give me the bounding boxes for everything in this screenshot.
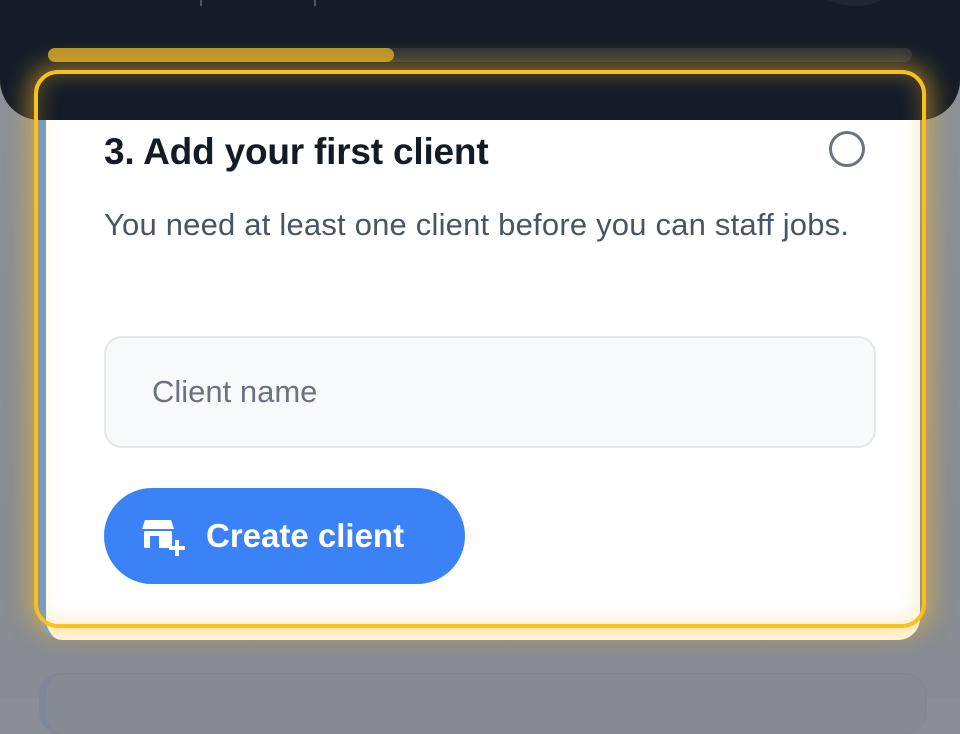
progress-bar-fill xyxy=(48,48,394,62)
step-description: You need at least one client before you … xyxy=(104,207,850,242)
step-title: 3. Add your first client xyxy=(104,131,489,172)
onboarding-header xyxy=(0,0,960,120)
onboarding-progress-bar xyxy=(48,48,912,62)
header-tab-dividers xyxy=(0,0,960,8)
create-client-label: Create client xyxy=(206,517,405,554)
client-name-input[interactable] xyxy=(104,336,876,448)
storefront-plus-icon xyxy=(142,516,186,556)
step-status-circle-icon xyxy=(829,131,865,167)
next-step-card xyxy=(40,674,926,734)
create-client-button[interactable]: Create client xyxy=(104,488,465,584)
step-card-add-client: 3. Add your first client You need at lea… xyxy=(40,120,920,640)
tab-divider xyxy=(200,0,202,6)
tab-divider xyxy=(314,0,316,6)
